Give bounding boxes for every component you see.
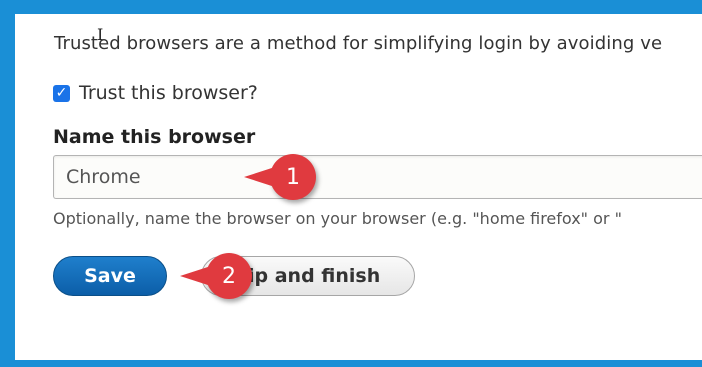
callout-marker-1: 1 (244, 154, 316, 200)
callout-marker-2: 2 (180, 253, 252, 299)
browser-name-label: Name this browser (53, 126, 256, 148)
trust-browser-label[interactable]: Trust this browser? (79, 82, 258, 104)
text-cursor-icon: I (97, 25, 104, 44)
callout-number-2: 2 (222, 263, 236, 289)
trusted-browser-panel: Trusted browsers are a method for simpli… (15, 14, 702, 360)
browser-name-input[interactable] (53, 155, 702, 199)
trust-browser-checkbox[interactable]: ✓ (53, 84, 70, 102)
browser-name-help: Optionally, name the browser on your bro… (53, 209, 622, 228)
callout-number-1: 1 (286, 164, 300, 190)
window-frame: Trusted browsers are a method for simpli… (0, 0, 702, 367)
trust-browser-row[interactable]: ✓ Trust this browser? (53, 82, 258, 104)
save-button[interactable]: Save (53, 256, 167, 296)
description-text: Trusted browsers are a method for simpli… (54, 33, 663, 54)
